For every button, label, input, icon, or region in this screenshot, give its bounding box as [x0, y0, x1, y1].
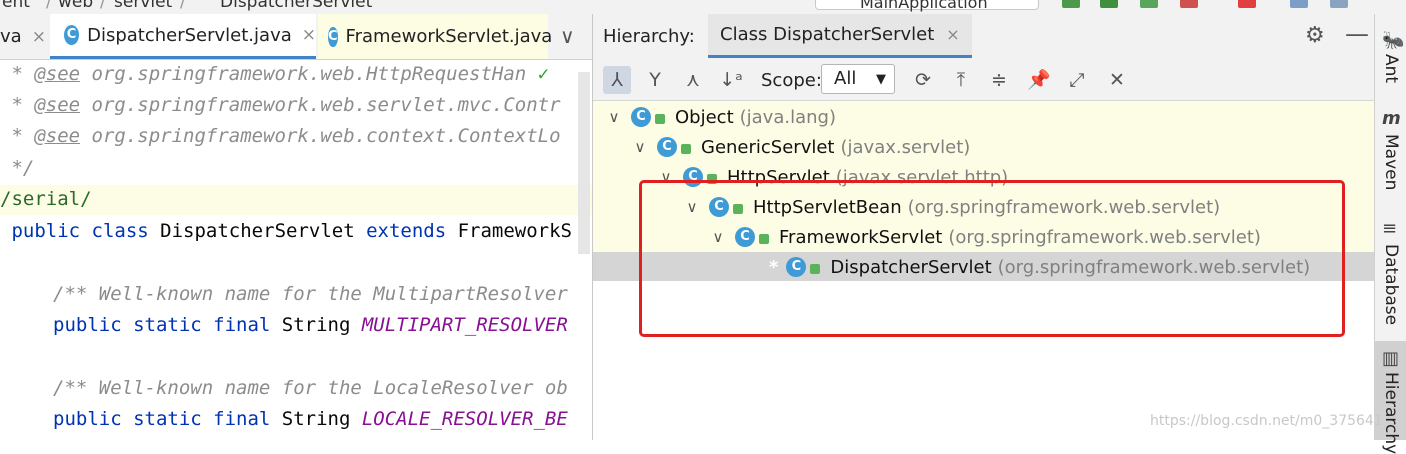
maven-icon: m: [1382, 108, 1401, 129]
class-c-icon: C: [328, 26, 338, 47]
class-c-icon: C: [64, 25, 80, 45]
public-access-icon: [681, 144, 691, 154]
hierarchy-icon: ▥: [1382, 348, 1400, 369]
profile-icon[interactable]: [1180, 0, 1198, 8]
close-icon[interactable]: ✕: [1103, 66, 1131, 94]
hierarchy-toolbar: ⅄ Y ⋏ ↓ᵃ Scope: All ▼ ⟳ ⤒ ≑ 📌 ⤢ ✕: [593, 58, 1375, 101]
package-name: (java.lang): [739, 106, 836, 128]
code-editor[interactable]: * @see org.springframework.web.HttpReque…: [0, 60, 592, 440]
editor-tab-bar: va × C DispatcherServlet.java × C Framew…: [0, 14, 592, 60]
hierarchy-header: Hierarchy: Class DispatcherServlet × ⚙ —: [593, 14, 1375, 58]
navigation-bar: ent / web / servlet / DispatcherServlet …: [0, 0, 1406, 15]
class-c-icon: C: [657, 137, 677, 157]
annotation-highlight-box: [639, 180, 1345, 337]
tree-node[interactable]: ∨ C GenericServlet (javax.servlet): [593, 132, 1375, 162]
refresh-icon[interactable]: ⟳: [909, 66, 937, 94]
code-line: */: [0, 157, 35, 179]
collapse-icon[interactable]: ∨: [629, 138, 651, 156]
code-line: public class DispatcherServlet extends F…: [11, 220, 572, 242]
code-line: /** Well-known name for the MultipartRes…: [53, 283, 568, 305]
tree-node[interactable]: ∨ C Object (java.lang): [593, 102, 1375, 132]
tool-window-database[interactable]: Database: [1381, 244, 1401, 325]
sort-alpha-icon[interactable]: ↓ᵃ: [717, 66, 745, 94]
breadcrumb-item[interactable]: ent: [2, 0, 30, 12]
breadcrumb-item[interactable]: DispatcherServlet: [220, 0, 372, 12]
project-structure-icon[interactable]: [1290, 0, 1308, 8]
code-line: /** Well-known name for the LocaleResolv…: [53, 377, 568, 399]
tool-window-ant[interactable]: Ant: [1381, 54, 1401, 83]
breadcrumb-item[interactable]: web: [58, 0, 93, 12]
panel-title: Hierarchy:: [603, 26, 695, 47]
public-access-icon: [655, 114, 665, 124]
tool-window-hierarchy[interactable]: Hierarchy: [1381, 372, 1401, 454]
ant-icon: 🐜: [1382, 30, 1405, 51]
breadcrumb-separator: /: [100, 0, 106, 12]
scope-value: All: [834, 68, 857, 89]
inspection-ok-icon[interactable]: ✓: [538, 63, 549, 85]
code-line: * @see org.springframework.web.context.C…: [0, 125, 561, 147]
build-icon[interactable]: [1062, 0, 1080, 8]
tab-close-icon[interactable]: ×: [302, 25, 316, 45]
run-configuration-label: MainApplication: [860, 0, 988, 12]
class-c-icon: C: [631, 107, 651, 127]
chevron-down-icon[interactable]: ∨: [560, 24, 575, 48]
watermark: https://blog.csdn.net/m0_375641: [1150, 413, 1383, 429]
breadcrumb-separator: /: [46, 0, 52, 12]
autoscroll-icon[interactable]: ⤢: [1063, 66, 1091, 94]
minimize-icon[interactable]: —: [1345, 20, 1369, 48]
tool-window-maven[interactable]: Maven: [1381, 134, 1401, 190]
package-name: (javax.servlet): [840, 136, 971, 158]
right-tool-strip: 🐜 Ant m Maven ≡ Database ▥ Hierarchy: [1374, 14, 1406, 454]
hierarchy-panel: Hierarchy: Class DispatcherServlet × ⚙ —…: [592, 14, 1375, 440]
class-name: GenericServlet: [701, 136, 835, 158]
settings-toolbar-icon[interactable]: [1330, 0, 1348, 8]
export-icon[interactable]: ⤒: [947, 66, 975, 94]
tab-label: DispatcherServlet.java: [87, 24, 292, 46]
tab-close-icon[interactable]: ×: [32, 27, 46, 47]
close-icon[interactable]: ×: [946, 25, 959, 44]
code-line: * @see org.springframework.web.servlet.m…: [0, 94, 561, 116]
supertypes-hierarchy-icon[interactable]: Y: [641, 66, 669, 94]
tab-class-hierarchy[interactable]: Class DispatcherServlet ×: [708, 14, 972, 58]
pin-icon[interactable]: 📌: [1025, 66, 1053, 94]
debug-icon[interactable]: [1140, 0, 1158, 8]
breadcrumb-separator: /: [180, 0, 186, 12]
code-line: public static final String LOCALE_RESOLV…: [53, 408, 568, 430]
editor-tab-active[interactable]: C DispatcherServlet.java ×: [50, 14, 316, 59]
tab-label: Class DispatcherServlet: [720, 24, 935, 45]
gear-icon[interactable]: ⚙: [1305, 23, 1325, 48]
database-icon: ≡: [1382, 218, 1398, 239]
code-line: * @see org.springframework.web.HttpReque…: [0, 63, 550, 85]
editor-scrollbar[interactable]: [578, 72, 590, 254]
expand-all-icon[interactable]: ≑: [985, 66, 1013, 94]
run-configuration-selector[interactable]: MainApplication: [815, 0, 1039, 12]
breadcrumb-item[interactable]: servlet: [114, 0, 172, 12]
scope-dropdown[interactable]: All ▼: [821, 64, 895, 94]
class-hierarchy-icon[interactable]: ⋏: [679, 66, 707, 94]
code-line: public static final String MULTIPART_RES…: [53, 314, 568, 336]
class-name: Object: [675, 106, 734, 128]
subtypes-hierarchy-icon[interactable]: ⅄: [603, 66, 631, 94]
scope-label: Scope:: [761, 70, 822, 91]
editor-tab[interactable]: va ×: [0, 14, 48, 59]
collapse-icon[interactable]: ∨: [603, 108, 625, 126]
tab-label: FrameworkServlet.java: [345, 26, 553, 47]
run-icon[interactable]: [1100, 0, 1118, 8]
dropdown-arrow-icon: ▼: [876, 72, 886, 87]
code-line: /serial/: [0, 188, 92, 210]
stop-icon[interactable]: [1238, 0, 1256, 8]
editor-tab[interactable]: C FrameworkServlet.java: [318, 14, 552, 59]
tab-label: va: [0, 26, 22, 47]
hierarchy-tree[interactable]: ∨ C Object (java.lang) ∨ C GenericServle…: [593, 101, 1375, 440]
